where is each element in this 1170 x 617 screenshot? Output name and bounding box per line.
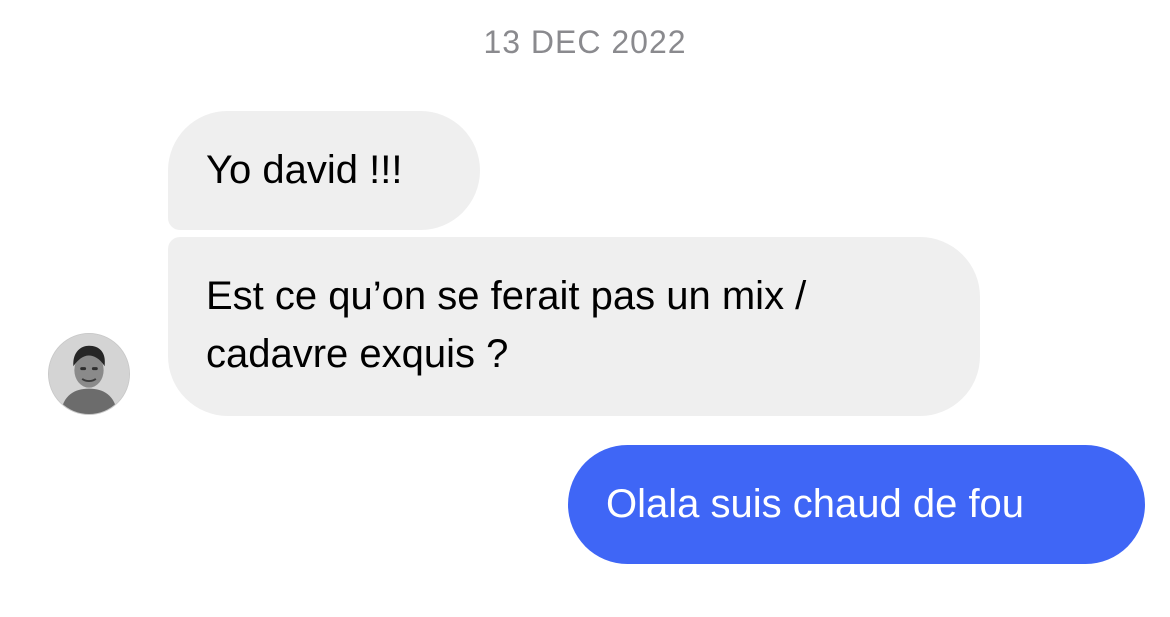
contact-avatar[interactable] [48, 333, 130, 415]
incoming-message-bubble[interactable]: Est ce qu’on se ferait pas un mix / cada… [168, 237, 980, 416]
date-separator: 13 DEC 2022 [483, 24, 687, 60]
outgoing-message-bubble[interactable]: Olala suis chaud de fou [568, 445, 1145, 564]
incoming-message-bubble[interactable]: Yo david !!! [168, 111, 480, 230]
avatar-photo-icon [49, 334, 129, 414]
